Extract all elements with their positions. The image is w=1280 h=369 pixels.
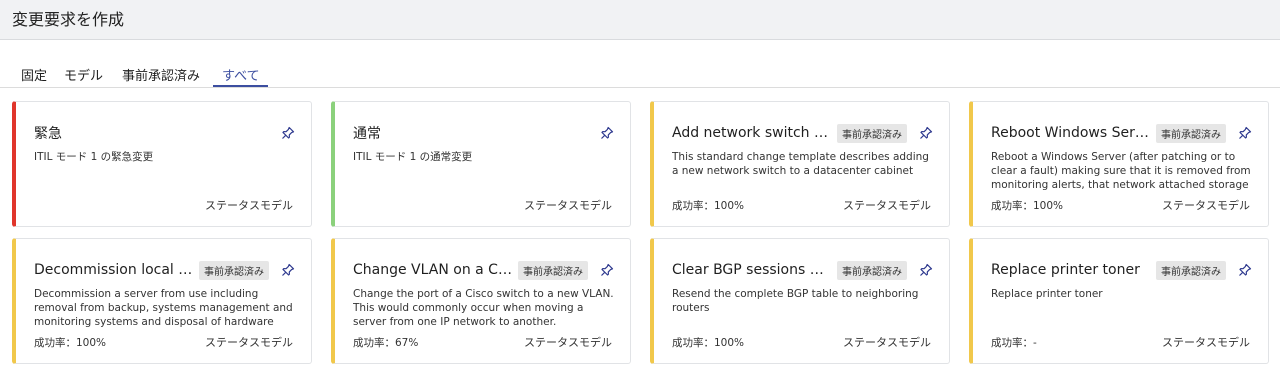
card-description: Replace printer toner: [991, 288, 1103, 300]
success-rate: 成功率：100%: [991, 200, 1064, 212]
card-title-row: Clear BGP sessions on … 事前承認済み: [672, 259, 935, 281]
state-model-label: ステータスモデル: [843, 199, 931, 212]
tab-bar: 固定 モデル 事前承認済み すべて: [0, 40, 1280, 88]
tab-models[interactable]: モデル: [64, 65, 103, 84]
card-title-row: Decommission local of… 事前承認済み: [34, 259, 297, 281]
preapproved-badge: 事前承認済み: [837, 123, 907, 143]
state-model-label: ステータスモデル: [1162, 199, 1250, 212]
state-model-label: ステータスモデル: [524, 336, 612, 349]
success-rate: 成功率：100%: [672, 337, 745, 349]
card-title-row: Replace printer toner 事前承認済み: [991, 259, 1254, 281]
change-template-card[interactable]: Reboot Windows Server 事前承認済み Reboot a Wind…: [969, 101, 1269, 227]
card-title-row: Change VLAN on a Cis… 事前承認済み: [353, 259, 616, 281]
card-title-row: Reboot Windows Server 事前承認済み: [991, 122, 1254, 144]
change-template-card[interactable]: 緊急 ITIL モード 1 の緊急変更ステータスモデル: [12, 101, 312, 227]
preapproved-badge: 事前承認済み: [1156, 260, 1226, 280]
card-title: Decommission local of…: [34, 262, 193, 278]
state-model-label: ステータスモデル: [843, 336, 931, 349]
active-tab-indicator: [213, 85, 268, 87]
card-title: Reboot Windows Server: [991, 125, 1150, 141]
card-title-row: 通常: [353, 122, 616, 144]
preapproved-badge: 事前承認済み: [837, 260, 907, 280]
card-title-row: 緊急: [34, 122, 297, 144]
card-description: This standard change template describes …: [672, 151, 929, 177]
pin-icon[interactable]: [917, 261, 935, 279]
pin-icon[interactable]: [1236, 261, 1254, 279]
tab-preapproved[interactable]: 事前承認済み: [122, 65, 200, 84]
pin-icon[interactable]: [279, 261, 297, 279]
state-model-label: ステータスモデル: [205, 336, 293, 349]
card-description: Reboot a Windows Server (after patching …: [991, 151, 1251, 191]
card-description: ITIL モード 1 の緊急変更: [34, 151, 154, 163]
change-template-card[interactable]: Change VLAN on a Cis… 事前承認済み Change the po…: [331, 238, 631, 364]
card-description: Decommission a server from use including…: [34, 288, 293, 328]
pin-icon[interactable]: [279, 124, 297, 142]
state-model-label: ステータスモデル: [524, 199, 612, 212]
tab-all[interactable]: すべて: [222, 65, 260, 84]
pin-icon[interactable]: [598, 261, 616, 279]
card-title-row: Add network switch to … 事前承認済み: [672, 122, 935, 144]
tab-pinned[interactable]: 固定: [21, 65, 47, 84]
card-title: 緊急: [34, 126, 62, 142]
success-rate: 成功率：67%: [353, 337, 419, 349]
change-template-card[interactable]: 通常 ITIL モード 1 の通常変更ステータスモデル: [331, 101, 631, 227]
card-description: Resend the complete BGP table to neighbo…: [672, 288, 919, 314]
card-description: ITIL モード 1 の通常変更: [353, 151, 473, 163]
page-header: 変更要求を作成: [0, 0, 1280, 40]
success-rate: 成功率：-: [991, 337, 1037, 349]
card-title: Clear BGP sessions on …: [672, 262, 831, 278]
pin-icon[interactable]: [598, 124, 616, 142]
change-template-card[interactable]: Replace printer toner 事前承認済み Replace print…: [969, 238, 1269, 364]
card-description: Change the port of a Cisco switch to a n…: [353, 288, 614, 328]
change-template-card[interactable]: Decommission local of… 事前承認済み Decommission…: [12, 238, 312, 364]
success-rate: 成功率：100%: [672, 200, 745, 212]
state-model-label: ステータスモデル: [1162, 336, 1250, 349]
success-rate: 成功率：100%: [34, 337, 107, 349]
card-title: Replace printer toner: [991, 262, 1140, 278]
preapproved-badge: 事前承認済み: [518, 260, 588, 280]
pin-icon[interactable]: [1236, 124, 1254, 142]
change-template-card[interactable]: Clear BGP sessions on … 事前承認済み Resend the …: [650, 238, 950, 364]
preapproved-badge: 事前承認済み: [1156, 123, 1226, 143]
page-title: 変更要求を作成: [12, 10, 125, 29]
preapproved-badge: 事前承認済み: [199, 260, 269, 280]
card-title: Change VLAN on a Cis…: [353, 262, 512, 278]
card-title: Add network switch to …: [672, 125, 831, 141]
change-template-card[interactable]: Add network switch to … 事前承認済み This standa…: [650, 101, 950, 227]
card-title: 通常: [353, 126, 381, 142]
state-model-label: ステータスモデル: [205, 199, 293, 212]
pin-icon[interactable]: [917, 124, 935, 142]
